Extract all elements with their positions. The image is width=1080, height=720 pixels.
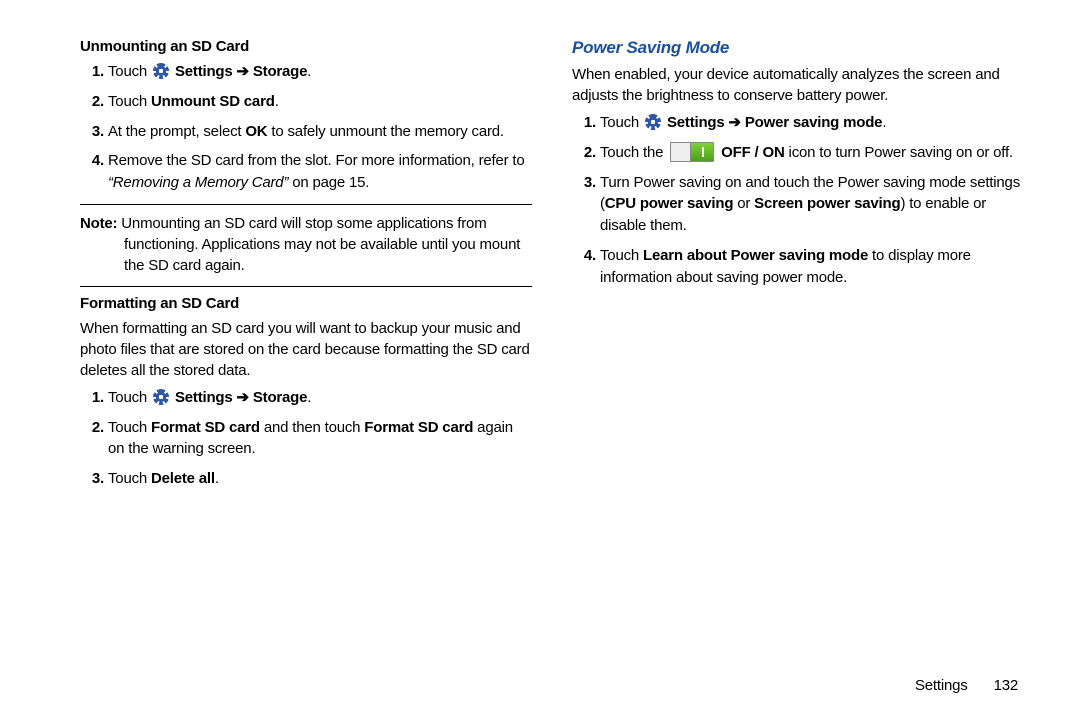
path-settings-storage: Settings ➔ Storage: [171, 389, 307, 406]
format-steps: Touch Settings ➔ Storage. Touch Format S…: [80, 387, 532, 490]
path-settings-power: Settings ➔ Power saving mode: [663, 114, 882, 131]
note: Note: Unmounting an SD card will stop so…: [80, 213, 532, 276]
step-2: Touch the OFF / ON icon to turn Power sa…: [572, 142, 1024, 164]
step-3: Touch Delete all.: [80, 468, 532, 490]
toggle-off-on-icon: [670, 142, 714, 162]
unmount-steps: Touch Settings ➔ Storage. Touch Unmount …: [80, 61, 532, 194]
page-footer: Settings 132: [915, 677, 1018, 694]
manual-page: Unmounting an SD Card Touch Settings ➔ S…: [0, 0, 1080, 720]
left-column: Unmounting an SD Card Touch Settings ➔ S…: [80, 38, 532, 720]
footer-page-number: 132: [994, 677, 1018, 694]
step-1: Touch Settings ➔ Storage.: [80, 61, 532, 83]
settings-gear-icon: [645, 114, 661, 130]
step-2: Touch Format SD card and then touch Form…: [80, 417, 532, 461]
settings-gear-icon: [153, 63, 169, 79]
path-settings-storage: Settings ➔ Storage: [171, 63, 307, 80]
step-3: At the prompt, select OK to safely unmou…: [80, 121, 532, 143]
footer-section: Settings: [915, 677, 968, 694]
right-column: Power Saving Mode When enabled, your dev…: [572, 38, 1024, 720]
divider: [80, 204, 532, 205]
settings-gear-icon: [153, 389, 169, 405]
heading-format-sd: Formatting an SD Card: [80, 295, 532, 312]
ps-intro: When enabled, your device automatically …: [572, 64, 1024, 106]
format-intro: When formatting an SD card you will want…: [80, 318, 532, 381]
step-4: Remove the SD card from the slot. For mo…: [80, 150, 532, 194]
heading-unmount-sd: Unmounting an SD Card: [80, 38, 532, 55]
divider: [80, 286, 532, 287]
step-3: Turn Power saving on and touch the Power…: [572, 172, 1024, 237]
step-1: Touch Settings ➔ Storage.: [80, 387, 532, 409]
step-2: Touch Unmount SD card.: [80, 91, 532, 113]
step-1: Touch Settings ➔ Power saving mode.: [572, 112, 1024, 134]
heading-power-saving: Power Saving Mode: [572, 38, 1024, 58]
power-saving-steps: Touch Settings ➔ Power saving mode. Touc…: [572, 112, 1024, 288]
step-4: Touch Learn about Power saving mode to d…: [572, 245, 1024, 289]
